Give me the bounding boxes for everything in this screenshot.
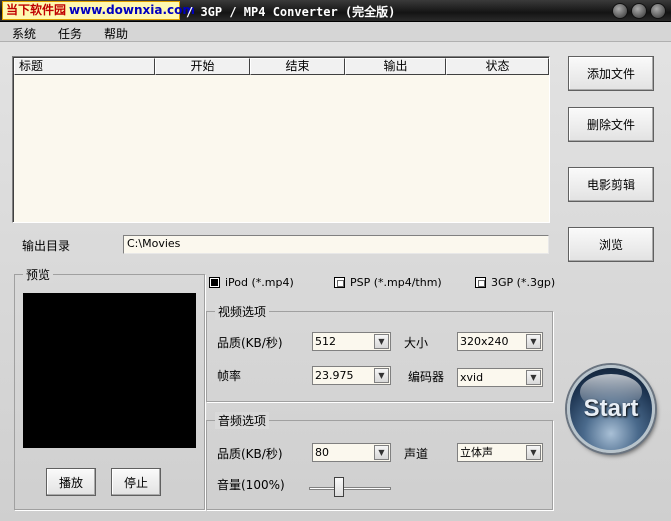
- framerate-value: 23.975: [315, 369, 354, 382]
- column-status[interactable]: 状态: [446, 58, 549, 75]
- converter-window: 当下软件园 www.downxia.com / 3GP / MP4 Convert…: [0, 0, 671, 521]
- start-button-label: Start: [583, 395, 639, 422]
- file-list-table[interactable]: 标题 开始 结束 输出 状态: [12, 56, 550, 223]
- audio-quality-select[interactable]: 80 ▼: [312, 443, 391, 462]
- radio-checked-icon: [209, 277, 220, 288]
- radio-unchecked-icon: [475, 277, 486, 288]
- video-size-select[interactable]: 320x240 ▼: [457, 332, 543, 351]
- chevron-down-icon[interactable]: ▼: [374, 334, 389, 349]
- title-bar[interactable]: 当下软件园 www.downxia.com / 3GP / MP4 Convert…: [0, 0, 671, 22]
- video-quality-label: 品质(KB/秒): [217, 336, 283, 350]
- audio-channel-value: 立体声: [460, 446, 493, 459]
- output-dir-label: 输出目录: [22, 239, 71, 253]
- volume-slider-thumb[interactable]: [334, 477, 345, 497]
- video-size-value: 320x240: [460, 335, 509, 348]
- encoder-value: xvid: [460, 371, 484, 384]
- audio-channel-select[interactable]: 立体声 ▼: [457, 443, 543, 462]
- video-size-label: 大小: [404, 336, 429, 350]
- audio-quality-label: 品质(KB/秒): [217, 447, 283, 461]
- encoder-label: 编码器: [408, 370, 445, 384]
- minimize-icon[interactable]: [612, 3, 628, 19]
- column-start[interactable]: 开始: [155, 58, 250, 75]
- audio-options-title: 音频选项: [215, 412, 270, 429]
- encoder-select[interactable]: xvid ▼: [457, 368, 543, 387]
- preview-group-title: 预览: [23, 266, 54, 283]
- column-title[interactable]: 标题: [14, 58, 155, 75]
- framerate-select[interactable]: 23.975 ▼: [312, 366, 391, 385]
- column-output[interactable]: 输出: [345, 58, 446, 75]
- menu-bar: 系统 任务 帮助: [0, 22, 671, 42]
- audio-quality-value: 80: [315, 446, 329, 459]
- video-options-title: 视频选项: [215, 303, 270, 320]
- video-options-group: [206, 311, 553, 402]
- site-watermark: 当下软件园 www.downxia.com: [2, 1, 195, 20]
- chevron-down-icon[interactable]: ▼: [526, 445, 541, 460]
- chevron-down-icon[interactable]: ▼: [526, 334, 541, 349]
- watermark-site-name: 当下软件园: [6, 3, 67, 17]
- column-end[interactable]: 结束: [250, 58, 345, 75]
- format-ipod-radio[interactable]: iPod (*.mp4): [209, 276, 294, 289]
- chevron-down-icon[interactable]: ▼: [374, 368, 389, 383]
- menu-system[interactable]: 系统: [12, 25, 36, 42]
- watermark-url: www.downxia.com: [69, 3, 195, 17]
- framerate-label: 帧率: [217, 369, 242, 383]
- stop-button[interactable]: 停止: [111, 468, 161, 496]
- format-psp-radio[interactable]: PSP (*.mp4/thm): [334, 276, 442, 289]
- close-icon[interactable]: [650, 3, 666, 19]
- volume-label: 音量(100%): [217, 478, 285, 492]
- menu-help[interactable]: 帮助: [104, 25, 128, 42]
- preview-screen: [23, 293, 196, 448]
- format-ipod-label: iPod (*.mp4): [225, 276, 294, 289]
- chevron-down-icon[interactable]: ▼: [526, 370, 541, 385]
- start-button[interactable]: Start: [567, 365, 655, 453]
- audio-channel-label: 声道: [404, 447, 429, 461]
- radio-unchecked-icon: [334, 277, 345, 288]
- delete-file-button[interactable]: 删除文件: [568, 107, 654, 142]
- format-3gp-label: 3GP (*.3gp): [491, 276, 556, 289]
- menu-task[interactable]: 任务: [58, 25, 82, 42]
- format-psp-label: PSP (*.mp4/thm): [350, 276, 442, 289]
- movie-clip-button[interactable]: 电影剪辑: [568, 167, 654, 202]
- add-file-button[interactable]: 添加文件: [568, 56, 654, 91]
- maximize-icon[interactable]: [631, 3, 647, 19]
- chevron-down-icon[interactable]: ▼: [374, 445, 389, 460]
- format-3gp-radio[interactable]: 3GP (*.3gp): [475, 276, 555, 289]
- video-quality-select[interactable]: 512 ▼: [312, 332, 391, 351]
- audio-options-group: [206, 420, 553, 510]
- output-dir-input[interactable]: C:\Movies: [123, 235, 549, 254]
- play-button[interactable]: 播放: [46, 468, 96, 496]
- table-header: 标题 开始 结束 输出 状态: [14, 58, 549, 75]
- browse-button[interactable]: 浏览: [568, 227, 654, 262]
- volume-slider-track[interactable]: [309, 487, 391, 490]
- video-quality-value: 512: [315, 335, 336, 348]
- window-title: / 3GP / MP4 Converter (完全版): [186, 5, 396, 19]
